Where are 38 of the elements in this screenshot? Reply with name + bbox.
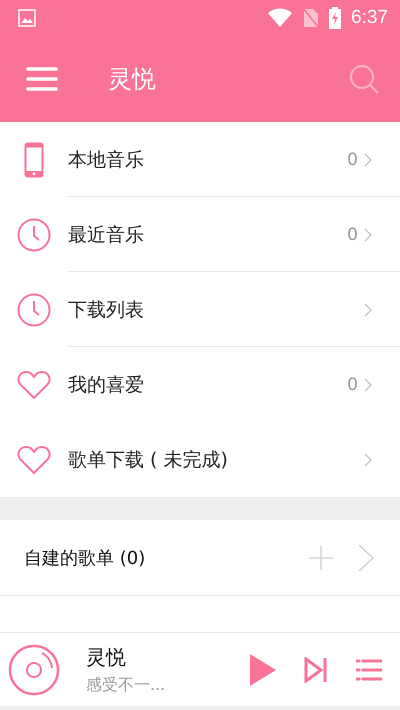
playlist-header: 自建的歌单 (0) [24,546,146,570]
playlist-button[interactable] [356,658,382,680]
clock-time: 6:37 [351,7,388,29]
add-icon[interactable] [308,544,334,570]
heart-icon [17,370,51,400]
menu-item[interactable]: 我的喜爱 0 [0,347,400,422]
chevron-icon [364,228,372,242]
play-button[interactable] [250,654,276,686]
disc-icon[interactable] [8,644,60,696]
app-title: 灵悦 [108,64,157,95]
track-subtitle: 感受不一... [86,674,166,696]
menu-item[interactable]: 下载列表 [0,272,400,347]
item-count: 0 [347,150,358,170]
skip-next-icon [304,656,328,682]
no-sim-icon [303,8,320,28]
clock-icon [17,218,51,252]
clock-icon [17,292,51,326]
item-count: 0 [347,374,358,394]
track-title: 灵悦 [86,644,127,670]
chevron-icon [364,302,372,316]
wifi-icon [267,8,294,28]
chevron-icon [364,452,372,466]
menu-icon[interactable] [26,66,58,92]
menu-item[interactable]: 歌单下载 ( 未完成) [0,422,400,497]
chevron-icon [364,378,372,392]
next-button[interactable] [304,656,328,682]
image-icon [18,9,36,27]
battery-icon [329,7,342,29]
search-icon[interactable] [348,63,380,95]
chevron-icon[interactable] [358,544,374,572]
menu-item[interactable]: 本地音乐 0 [0,122,400,197]
heart-icon [17,444,51,474]
menu-item[interactable]: 最近音乐 0 [0,197,400,272]
item-count: 0 [347,224,358,244]
chevron-icon [364,152,372,166]
list-icon [356,658,382,680]
phone-icon [24,142,44,178]
play-icon [250,654,276,686]
